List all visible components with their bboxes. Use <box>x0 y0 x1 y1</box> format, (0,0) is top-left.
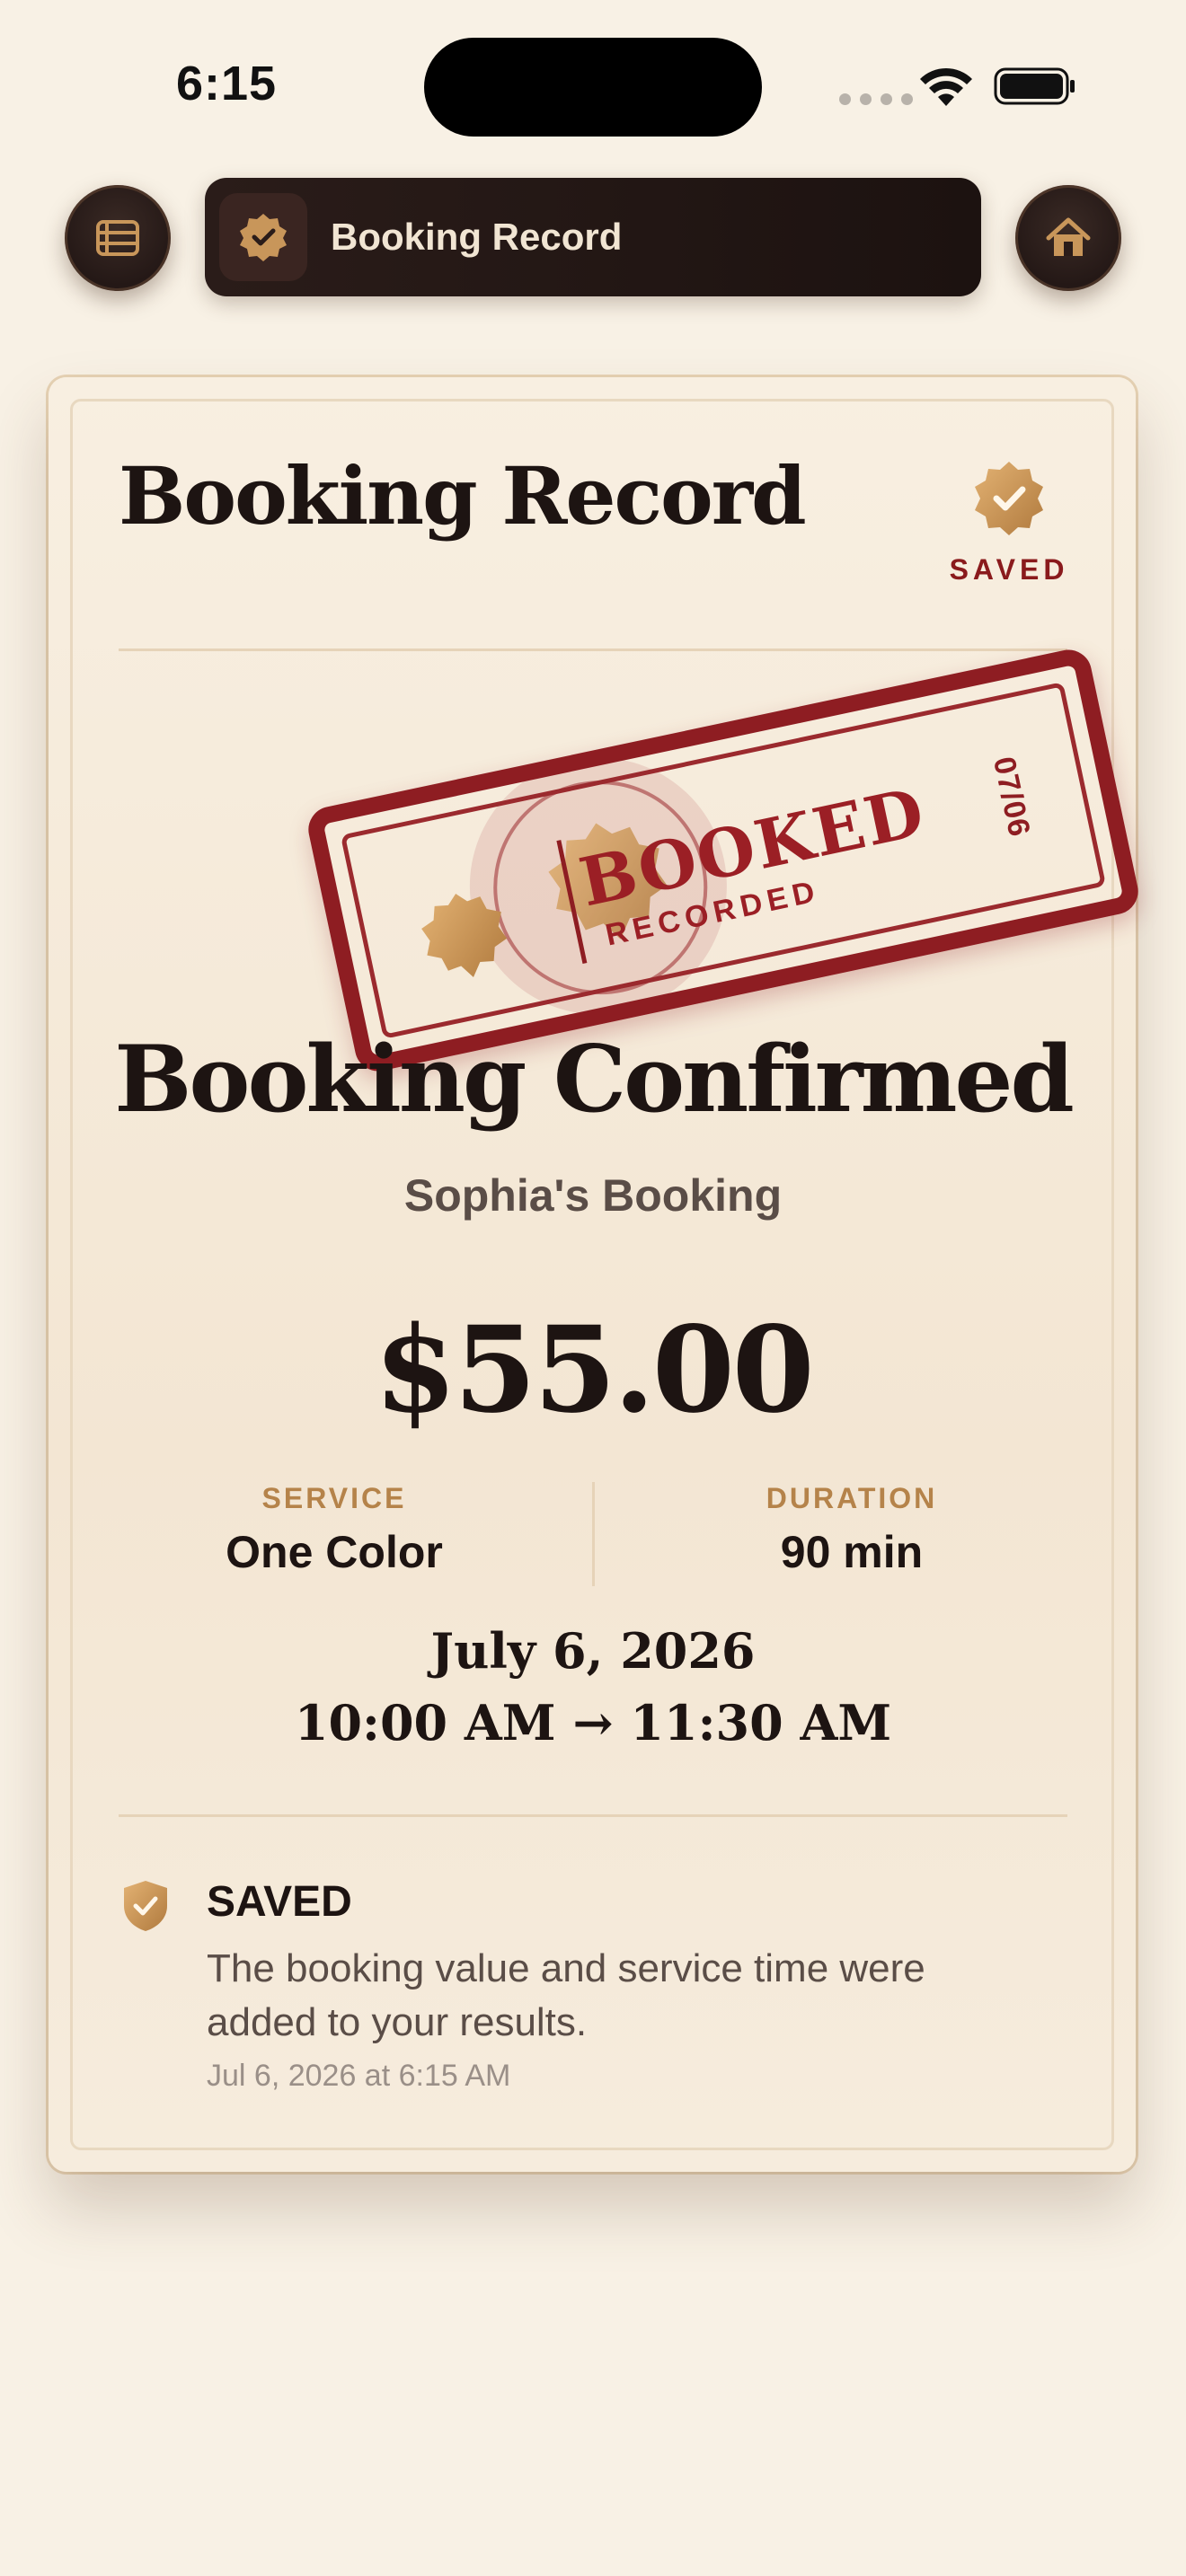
saved-badge-icon <box>975 462 1043 535</box>
home-button[interactable] <box>1015 185 1121 291</box>
top-bar-title: Booking Record <box>331 216 623 258</box>
duration-detail: DURATION 90 min <box>654 1482 1049 1578</box>
menu-button[interactable] <box>65 185 171 291</box>
service-label: SERVICE <box>261 1482 407 1514</box>
booking-confirmed-heading: Booking Confirmed <box>114 1026 1075 1134</box>
title-bar[interactable]: Booking Record <box>205 178 981 296</box>
note-title: SAVED <box>207 1878 352 1926</box>
booking-date: July 6, 2026 <box>430 1622 756 1680</box>
details-divider <box>592 1482 595 1586</box>
seal-icon <box>421 894 508 978</box>
saved-label: SAVED <box>949 553 1069 586</box>
header-divider <box>119 648 1067 651</box>
list-icon <box>96 220 139 256</box>
verified-badge-icon <box>240 214 287 261</box>
cellular-signal-icon <box>839 93 913 105</box>
booking-owner: Sophia's Booking <box>403 1170 783 1221</box>
home-icon <box>1046 217 1091 256</box>
duration-label: DURATION <box>766 1482 938 1514</box>
note-divider <box>119 1814 1067 1817</box>
note-body: The booking value and service time were … <box>207 1946 925 2044</box>
service-detail: SERVICE One Color <box>137 1482 532 1578</box>
duration-value: 90 min <box>780 1527 924 1577</box>
shield-check-icon <box>124 1881 167 1931</box>
verified-badge-box <box>219 193 307 281</box>
dynamic-island <box>424 38 762 137</box>
booking-time-range: 10:00 AM → 11:30 AM <box>294 1694 892 1751</box>
card-title: Booking Record <box>119 449 807 543</box>
status-time: 6:15 <box>176 57 278 110</box>
booking-amount: $55.00 <box>374 1301 814 1440</box>
battery-icon <box>994 67 1075 105</box>
service-value: One Color <box>226 1527 443 1577</box>
note-timestamp: Jul 6, 2026 at 6:15 AM <box>207 2059 511 2093</box>
wifi-icon <box>920 67 972 106</box>
